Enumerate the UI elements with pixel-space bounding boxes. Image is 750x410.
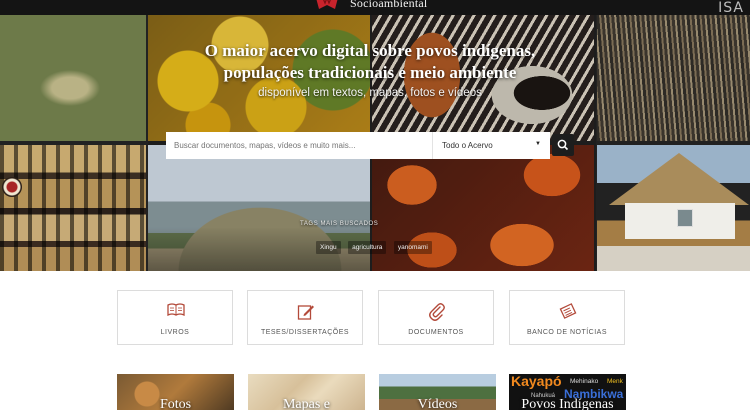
tags-title: TAGS MAIS BUSCADOS (300, 221, 379, 227)
thumbnail-fotos[interactable]: Fotos (117, 374, 234, 410)
thumbnail-videos[interactable]: Vídeos (379, 374, 496, 410)
search-bar: Todo o Acervo ▼ (166, 132, 574, 159)
book-icon (167, 303, 185, 317)
collection-scope-value: Todo o Acervo (442, 141, 493, 150)
word-cloud-mehinako: Mehinako (570, 378, 599, 385)
photo-thatched-hut (597, 145, 750, 271)
pencil-square-icon (297, 305, 314, 320)
category-card-documentos[interactable]: DOCUMENTOS (378, 290, 494, 345)
hut-window (677, 209, 693, 227)
tag-yanomami[interactable]: yanomami (393, 241, 432, 254)
word-cloud-kayapo: Kayapó (511, 374, 562, 389)
search-button[interactable] (552, 134, 574, 156)
photo-basketry-red-pattern (2, 177, 22, 197)
thumbnail-povos-indigenas[interactable]: Kayapó Mehinako Menk Nahukuá Nambikwa Po… (509, 374, 626, 410)
thumbnail-label: Fotos (159, 397, 192, 410)
caret-down-icon: ▼ (535, 141, 541, 147)
top-bar: Socioambiental (0, 0, 750, 15)
newspaper-icon (559, 303, 577, 319)
search-icon (557, 139, 569, 151)
category-label: TESES/DISSERTAÇÕES (260, 329, 350, 336)
category-card-noticias[interactable]: BANCO DE NOTÍCIAS (509, 290, 625, 345)
category-cards: LIVROS TESES/DISSERTAÇÕES DOCUMENTOS BAN… (0, 290, 750, 347)
tag-xingu[interactable]: Xingu (316, 241, 341, 254)
photo-woven-cords (597, 15, 750, 141)
category-label: DOCUMENTOS (408, 329, 464, 336)
tag-agricultura[interactable]: agricultura (348, 241, 387, 254)
isa-logo-icon[interactable] (313, 0, 341, 11)
thumbnail-label: Mapas e (282, 397, 331, 410)
collection-scope-select[interactable]: Todo o Acervo ▼ (432, 132, 550, 159)
photo-basketry (0, 145, 146, 271)
thumbnail-mapas[interactable]: Mapas e (248, 374, 365, 410)
logo-text[interactable]: Socioambiental (350, 0, 427, 11)
hut-roof (609, 153, 749, 205)
paperclip-icon (429, 303, 445, 321)
media-thumbnails: Fotos Mapas e Vídeos Kayapó Mehinako Men… (0, 374, 750, 410)
photo-aerial-forest (0, 15, 146, 141)
hero-subtitle: disponível em textos, mapas, fotos e víd… (258, 87, 482, 99)
category-card-livros[interactable]: LIVROS (117, 290, 233, 345)
thumbnail-label: Povos Indígenas (521, 397, 614, 410)
category-card-teses[interactable]: TESES/DISSERTAÇÕES (247, 290, 363, 345)
search-input[interactable] (166, 132, 432, 159)
category-label: LIVROS (160, 329, 190, 336)
isa-corner-badge: ISA (718, 0, 744, 16)
word-cloud-menk: Menk (607, 378, 623, 385)
hero-title: O maior acervo digital sobre povos indíg… (204, 41, 536, 82)
thumbnail-label: Vídeos (417, 397, 458, 410)
tag-list: Xingu agricultura yanomami (316, 236, 435, 254)
category-label: BANCO DE NOTÍCIAS (526, 329, 608, 336)
